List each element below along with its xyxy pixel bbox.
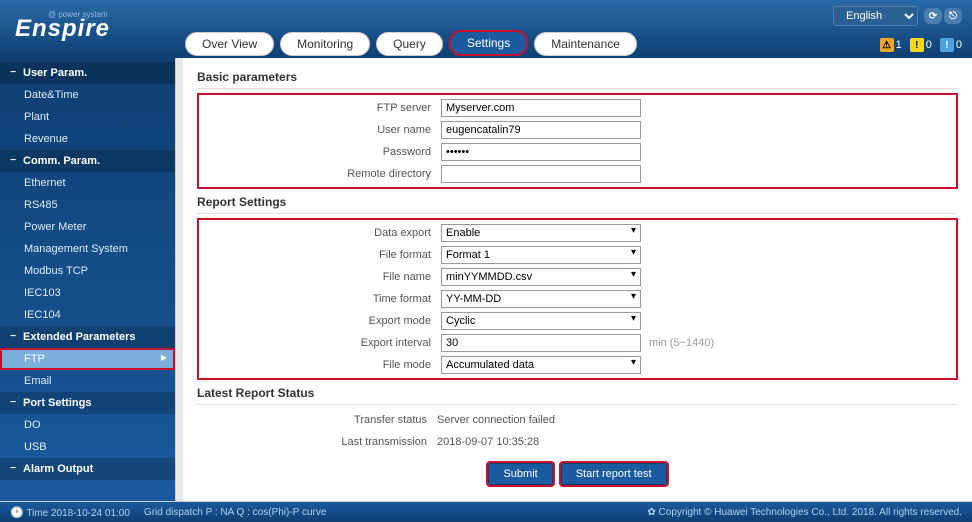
transfer-status-label: Transfer status bbox=[197, 414, 437, 426]
report-highlight: Data export Enable File format Format 1 … bbox=[197, 218, 958, 380]
last-transmission-value: 2018-09-07 10:35:28 bbox=[437, 436, 539, 448]
tab-monitoring[interactable]: Monitoring bbox=[280, 32, 370, 56]
export-interval-label: Export interval bbox=[201, 337, 441, 349]
side-rs485[interactable]: RS485 bbox=[0, 194, 175, 216]
header: @ power system Enspire Over View Monitor… bbox=[0, 0, 972, 58]
file-name-select[interactable]: minYYMMDD.csv bbox=[441, 268, 641, 286]
username-label: User name bbox=[201, 124, 441, 136]
export-mode-label: Export mode bbox=[201, 315, 441, 327]
alert-major[interactable]: ! 0 bbox=[910, 38, 932, 52]
clock-icon: 🕐 bbox=[10, 507, 24, 519]
sidebar: User Param. Date&Time Plant Revenue Comm… bbox=[0, 58, 175, 501]
data-export-select[interactable]: Enable bbox=[441, 224, 641, 242]
data-export-label: Data export bbox=[201, 227, 441, 239]
section-status: Latest Report Status bbox=[197, 382, 958, 405]
side-modbus-tcp[interactable]: Modbus TCP bbox=[0, 260, 175, 282]
section-basic: Basic parameters bbox=[197, 66, 958, 89]
side-plant[interactable]: Plant bbox=[0, 106, 175, 128]
side-usb[interactable]: USB bbox=[0, 436, 175, 458]
basic-highlight: FTP server User name Password Remote dir… bbox=[197, 93, 958, 189]
side-power-meter[interactable]: Power Meter bbox=[0, 216, 175, 238]
language-select[interactable]: English bbox=[833, 6, 918, 26]
time-format-label: Time format bbox=[201, 293, 441, 305]
side-revenue[interactable]: Revenue bbox=[0, 128, 175, 150]
side-cat-comm[interactable]: Comm. Param. bbox=[0, 150, 175, 172]
warning-triangle-icon: ⚠ bbox=[880, 38, 894, 52]
file-format-label: File format bbox=[201, 249, 441, 261]
side-iec104[interactable]: IEC104 bbox=[0, 304, 175, 326]
logo: @ power system Enspire bbox=[0, 0, 170, 58]
section-report: Report Settings bbox=[197, 191, 958, 214]
side-iec103[interactable]: IEC103 bbox=[0, 282, 175, 304]
refresh-icon[interactable]: ⟳ bbox=[924, 8, 942, 24]
file-name-label: File name bbox=[201, 271, 441, 283]
footer-time: 🕐 Time 2018-10-24 01:00 bbox=[10, 506, 130, 519]
side-ftp[interactable]: FTP bbox=[0, 348, 175, 370]
alerts: ⚠ 1 ! 0 ! 0 bbox=[880, 38, 962, 52]
export-mode-select[interactable]: Cyclic bbox=[441, 312, 641, 330]
logo-sub: @ power system bbox=[48, 10, 108, 19]
remote-dir-input[interactable] bbox=[441, 165, 641, 183]
side-mgmt-system[interactable]: Management System bbox=[0, 238, 175, 260]
side-cat-extended[interactable]: Extended Parameters bbox=[0, 326, 175, 348]
export-interval-hint: min (5~1440) bbox=[649, 337, 714, 349]
tab-maintenance[interactable]: Maintenance bbox=[534, 32, 637, 56]
side-email[interactable]: Email bbox=[0, 370, 175, 392]
transfer-status-value: Server connection failed bbox=[437, 414, 555, 426]
username-input[interactable] bbox=[441, 121, 641, 139]
tab-query[interactable]: Query bbox=[376, 32, 443, 56]
logout-icon[interactable]: ⎋ bbox=[944, 8, 962, 24]
alert-square-icon: ! bbox=[910, 38, 924, 52]
password-label: Password bbox=[201, 146, 441, 158]
time-format-select[interactable]: YY-MM-DD bbox=[441, 290, 641, 308]
main-panel: Basic parameters FTP server User name Pa… bbox=[183, 58, 972, 501]
side-ethernet[interactable]: Ethernet bbox=[0, 172, 175, 194]
export-interval-input[interactable] bbox=[441, 334, 641, 352]
ftp-server-label: FTP server bbox=[201, 102, 441, 114]
side-cat-port[interactable]: Port Settings bbox=[0, 392, 175, 414]
footer: 🕐 Time 2018-10-24 01:00 Grid dispatch P … bbox=[0, 502, 972, 522]
brand-text: Enspire bbox=[15, 15, 110, 43]
side-datetime[interactable]: Date&Time bbox=[0, 84, 175, 106]
file-mode-label: File mode bbox=[201, 359, 441, 371]
top-right: English ⟳ ⎋ bbox=[833, 6, 962, 26]
side-do[interactable]: DO bbox=[0, 414, 175, 436]
footer-grid: Grid dispatch P : NA Q : cos(Phi)-P curv… bbox=[144, 507, 326, 518]
start-report-test-button[interactable]: Start report test bbox=[561, 463, 667, 485]
ftp-server-input[interactable] bbox=[441, 99, 641, 117]
info-circle-icon: ! bbox=[940, 38, 954, 52]
buttons-row: Submit Start report test bbox=[197, 453, 958, 495]
alert-minor[interactable]: ! 0 bbox=[940, 38, 962, 52]
sidebar-scrollbar[interactable] bbox=[175, 58, 183, 501]
password-input[interactable] bbox=[441, 143, 641, 161]
tab-overview[interactable]: Over View bbox=[185, 32, 274, 56]
remote-dir-label: Remote directory bbox=[201, 168, 441, 180]
side-cat-user[interactable]: User Param. bbox=[0, 62, 175, 84]
tab-settings[interactable]: Settings bbox=[449, 30, 528, 56]
submit-button[interactable]: Submit bbox=[488, 463, 552, 485]
huawei-logo-icon: ✿ bbox=[647, 507, 655, 518]
alert-critical[interactable]: ⚠ 1 bbox=[880, 38, 902, 52]
file-mode-select[interactable]: Accumulated data bbox=[441, 356, 641, 374]
file-format-select[interactable]: Format 1 bbox=[441, 246, 641, 264]
last-transmission-label: Last transmission bbox=[197, 436, 437, 448]
side-cat-alarm[interactable]: Alarm Output bbox=[0, 458, 175, 480]
footer-copyright: ✿ Copyright © Huawei Technologies Co., L… bbox=[647, 507, 962, 518]
